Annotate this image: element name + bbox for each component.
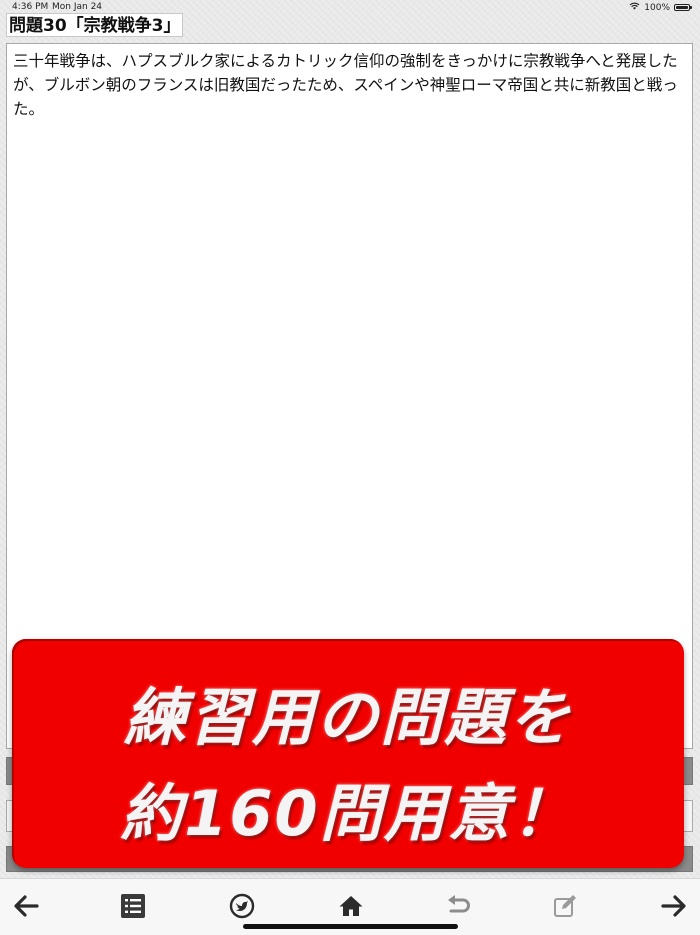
- forward-button[interactable]: [659, 891, 689, 921]
- edit-button[interactable]: [551, 891, 581, 921]
- status-time: 4:36 PM: [12, 2, 49, 12]
- twitter-icon: [229, 893, 255, 919]
- status-bar: 4:36 PM Mon Jan 24 100%: [0, 0, 700, 14]
- undo-button[interactable]: [443, 891, 473, 921]
- list-button[interactable]: [118, 891, 148, 921]
- promo-banner[interactable]: 練習用の問題を 約160問用意！: [12, 639, 684, 868]
- edit-icon: [553, 893, 579, 919]
- status-date: Mon Jan 24: [52, 2, 103, 12]
- back-button[interactable]: [11, 891, 41, 921]
- twitter-button[interactable]: [227, 891, 257, 921]
- home-button[interactable]: [336, 891, 366, 921]
- home-icon: [338, 894, 364, 918]
- wifi-icon: [629, 2, 640, 13]
- arrow-left-icon: [13, 895, 39, 917]
- undo-icon: [445, 894, 471, 918]
- list-icon: [121, 894, 145, 918]
- home-indicator[interactable]: [243, 924, 458, 929]
- arrow-right-icon: [661, 895, 687, 917]
- page-title: 問題30「宗教戦争3」: [6, 13, 183, 37]
- promo-line-2: 約160問用意！: [120, 777, 576, 850]
- status-indicators: 100%: [629, 2, 692, 13]
- promo-line-1: 練習用の問題を: [123, 681, 572, 754]
- battery-icon: [674, 4, 692, 11]
- battery-percent: 100%: [644, 2, 670, 13]
